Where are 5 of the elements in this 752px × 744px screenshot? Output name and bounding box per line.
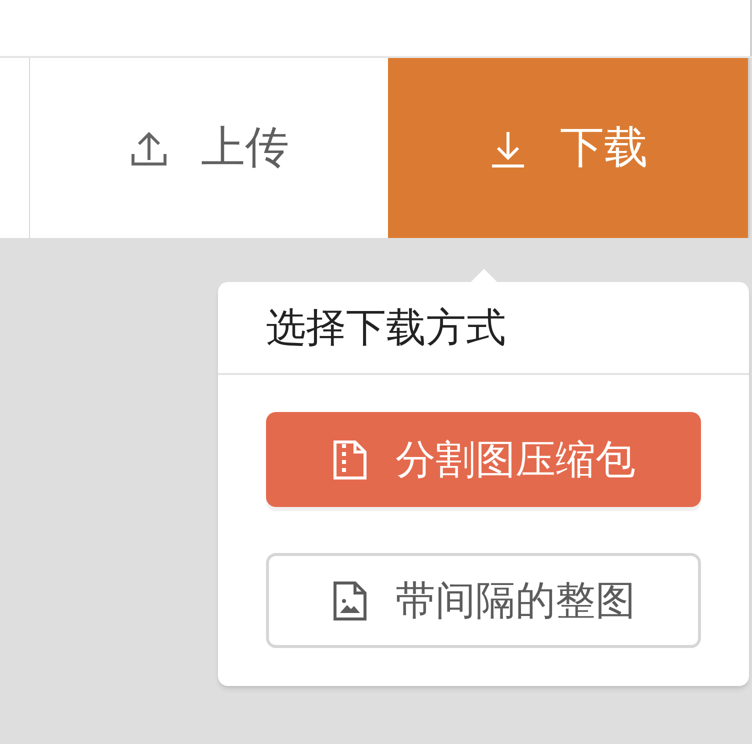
image-file-icon	[332, 580, 368, 620]
popover-title: 选择下载方式	[218, 282, 749, 375]
download-option-button[interactable]: 分割图压缩包	[266, 412, 701, 507]
zip-file-icon	[332, 440, 368, 480]
download-option-button[interactable]: 带间隔的整图	[266, 553, 701, 648]
